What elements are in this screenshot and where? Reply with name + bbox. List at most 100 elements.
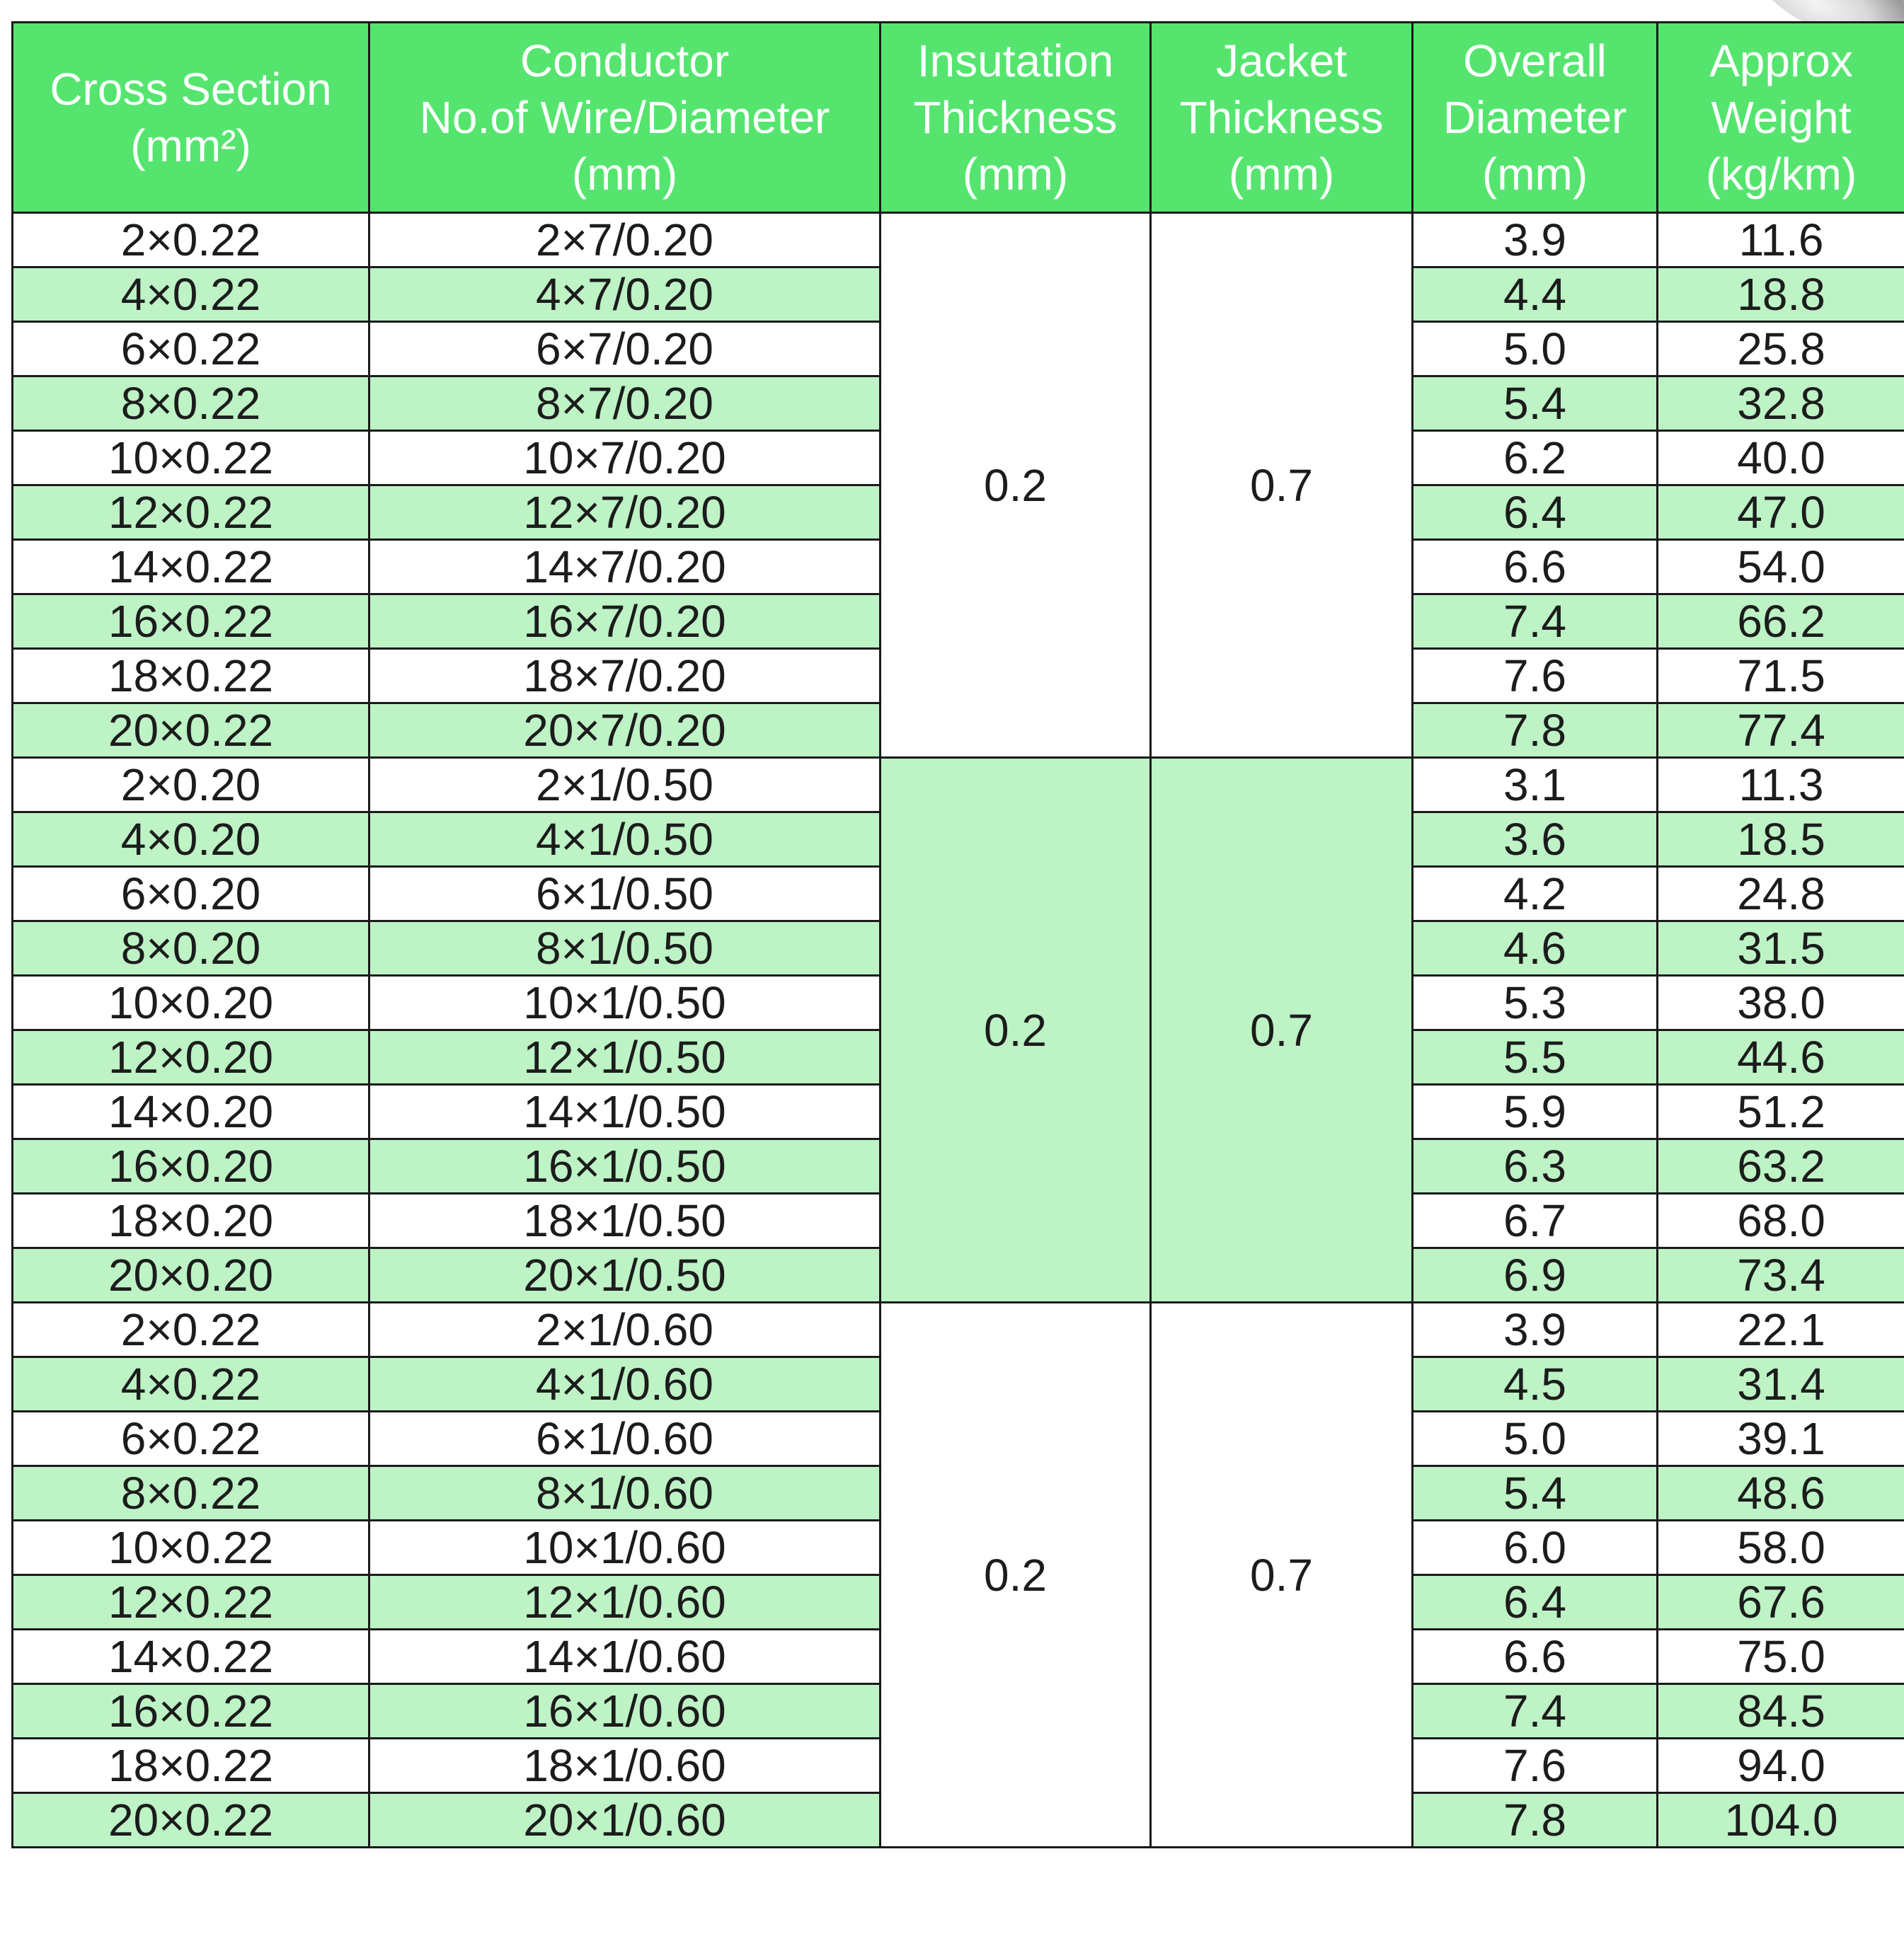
overall-diameter-cell: 5.9 [1411, 1083, 1658, 1140]
conductor-cell: 12×1/0.60 [368, 1574, 881, 1630]
header-conductor: Conductor No.of Wire/Diameter (mm) [368, 21, 881, 214]
header-jacket-line3: (mm) [1228, 149, 1335, 200]
overall-diameter-cell: 5.4 [1411, 375, 1658, 432]
conductor-cell: 12×7/0.20 [368, 484, 881, 541]
conductor-cell: 18×1/0.60 [368, 1737, 881, 1794]
weight-cell: 67.6 [1656, 1574, 1904, 1630]
overall-diameter-cell: 6.2 [1411, 430, 1658, 486]
header-conductor-line2: No.of Wire/Diameter [419, 92, 830, 143]
cross-section-cell: 20×0.20 [11, 1247, 370, 1303]
weight-cell: 40.0 [1656, 430, 1904, 486]
weight-cell: 63.2 [1656, 1138, 1904, 1194]
cross-section-cell: 2×0.22 [11, 1301, 370, 1358]
header-jacket-line2: Thickness [1179, 92, 1384, 143]
overall-diameter-cell: 6.0 [1411, 1519, 1658, 1576]
overall-diameter-cell: 3.6 [1411, 811, 1658, 868]
weight-cell: 18.5 [1656, 811, 1904, 868]
overall-diameter-cell: 4.2 [1411, 865, 1658, 922]
cross-section-cell: 12×0.22 [11, 484, 370, 541]
overall-diameter-cell: 3.1 [1411, 756, 1658, 813]
header-weight-line3: (kg/km) [1705, 149, 1857, 200]
header-row: Cross Section (mm²) Conductor No.of Wire… [11, 21, 1904, 214]
weight-cell: 32.8 [1656, 375, 1904, 432]
cross-section-cell: 10×0.20 [11, 974, 370, 1031]
table-row: 2×0.22 2×1/0.60 0.2 0.7 3.9 22.1 [11, 1301, 1904, 1848]
conductor-cell: 18×1/0.50 [368, 1192, 881, 1249]
weight-cell: 77.4 [1656, 702, 1904, 759]
header-cross-section-line2: (mm²) [130, 120, 251, 171]
cross-section-cell: 10×0.22 [11, 430, 370, 486]
jacket-thickness-cell: 0.7 [1149, 756, 1413, 1303]
weight-cell: 47.0 [1656, 484, 1904, 541]
conductor-cell: 18×7/0.20 [368, 647, 881, 704]
header-insulation-line2: Thickness [913, 92, 1118, 143]
conductor-cell: 14×1/0.50 [368, 1083, 881, 1140]
conductor-cell: 16×1/0.60 [368, 1683, 881, 1739]
header-insulation-line1: Insutation [917, 35, 1114, 86]
header-weight-line1: Approx [1709, 35, 1853, 86]
weight-cell: 71.5 [1656, 647, 1904, 704]
header-weight: Approx Weight (kg/km) [1656, 21, 1904, 214]
overall-diameter-cell: 4.4 [1411, 266, 1658, 323]
overall-diameter-cell: 7.4 [1411, 1683, 1658, 1739]
cross-section-cell: 16×0.22 [11, 1683, 370, 1739]
conductor-cell: 14×1/0.60 [368, 1628, 881, 1685]
weight-cell: 11.6 [1656, 212, 1904, 268]
overall-diameter-cell: 7.8 [1411, 1792, 1658, 1848]
header-jacket-line1: Jacket [1216, 35, 1347, 86]
conductor-cell: 8×7/0.20 [368, 375, 881, 432]
overall-diameter-cell: 7.8 [1411, 702, 1658, 759]
overall-diameter-cell: 7.6 [1411, 647, 1658, 704]
header-overall-line1: Overall [1463, 35, 1607, 86]
weight-cell: 31.4 [1656, 1356, 1904, 1412]
cross-section-cell: 14×0.20 [11, 1083, 370, 1140]
weight-cell: 75.0 [1656, 1628, 1904, 1685]
overall-diameter-cell: 6.4 [1411, 1574, 1658, 1630]
jacket-thickness-cell: 0.7 [1149, 212, 1413, 759]
weight-cell: 22.1 [1656, 1301, 1904, 1358]
header-insulation: Insutation Thickness (mm) [879, 21, 1152, 214]
conductor-cell: 2×1/0.60 [368, 1301, 881, 1358]
overall-diameter-cell: 3.9 [1411, 1301, 1658, 1358]
conductor-cell: 20×1/0.60 [368, 1792, 881, 1848]
header-weight-line2: Weight [1711, 92, 1852, 143]
table-body: 2×0.22 2×7/0.20 0.2 0.7 3.9 11.6 4×0.22 4×7/0.2… [11, 212, 1904, 1848]
header-cross-section: Cross Section (mm²) [11, 21, 370, 214]
overall-diameter-cell: 7.4 [1411, 593, 1658, 650]
overall-diameter-cell: 6.9 [1411, 1247, 1658, 1303]
conductor-cell: 4×1/0.50 [368, 811, 881, 868]
weight-cell: 39.1 [1656, 1410, 1904, 1467]
overall-diameter-cell: 5.4 [1411, 1465, 1658, 1521]
jacket-thickness-cell: 0.7 [1149, 1301, 1413, 1848]
weight-cell: 25.8 [1656, 321, 1904, 377]
weight-cell: 58.0 [1656, 1519, 1904, 1576]
cross-section-cell: 4×0.20 [11, 811, 370, 868]
spec-sheet-page: Cross Section (mm²) Conductor No.of Wire… [0, 0, 1904, 1946]
table-row: 2×0.22 2×7/0.20 0.2 0.7 3.9 11.6 [11, 212, 1904, 759]
cable-spec-table: Cross Section (mm²) Conductor No.of Wire… [11, 21, 1904, 1848]
conductor-cell: 6×1/0.50 [368, 865, 881, 922]
table-header: Cross Section (mm²) Conductor No.of Wire… [11, 21, 1904, 214]
cross-section-cell: 4×0.22 [11, 266, 370, 323]
conductor-cell: 6×7/0.20 [368, 321, 881, 377]
conductor-cell: 20×7/0.20 [368, 702, 881, 759]
conductor-cell: 4×7/0.20 [368, 266, 881, 323]
conductor-cell: 14×7/0.20 [368, 539, 881, 595]
conductor-cell: 10×7/0.20 [368, 430, 881, 486]
cross-section-cell: 18×0.22 [11, 647, 370, 704]
cross-section-cell: 12×0.20 [11, 1029, 370, 1086]
conductor-cell: 2×7/0.20 [368, 212, 881, 268]
header-jacket: Jacket Thickness (mm) [1149, 21, 1413, 214]
weight-cell: 68.0 [1656, 1192, 1904, 1249]
conductor-cell: 4×1/0.60 [368, 1356, 881, 1412]
conductor-cell: 20×1/0.50 [368, 1247, 881, 1303]
overall-diameter-cell: 5.0 [1411, 321, 1658, 377]
overall-diameter-cell: 5.5 [1411, 1029, 1658, 1086]
overall-diameter-cell: 5.0 [1411, 1410, 1658, 1467]
header-cross-section-line1: Cross Section [50, 64, 332, 115]
overall-diameter-cell: 3.9 [1411, 212, 1658, 268]
header-conductor-line1: Conductor [520, 35, 730, 86]
overall-diameter-cell: 6.7 [1411, 1192, 1658, 1249]
weight-cell: 24.8 [1656, 865, 1904, 922]
overall-diameter-cell: 5.3 [1411, 974, 1658, 1031]
